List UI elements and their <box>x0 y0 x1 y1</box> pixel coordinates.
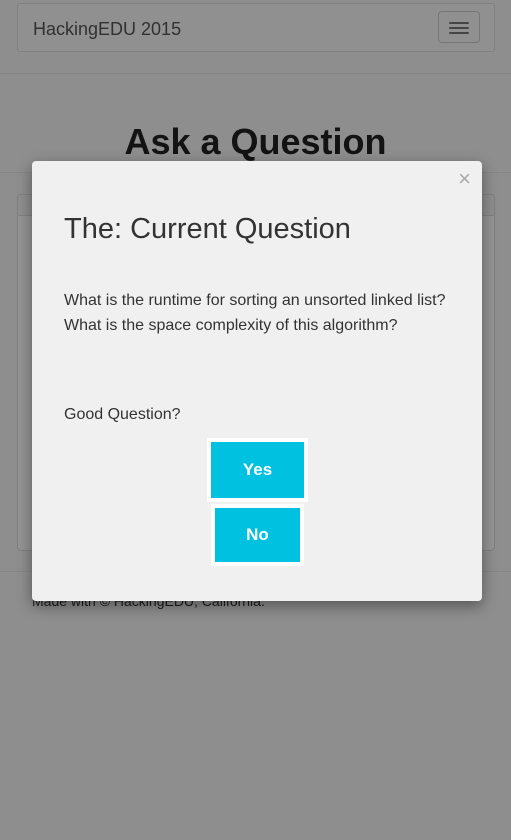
good-question-prompt: Good Question? <box>64 406 181 423</box>
no-button[interactable]: No <box>211 504 304 566</box>
question-text: What is the runtime for sorting an unsor… <box>64 292 446 334</box>
modal-title: The: Current Question <box>64 213 351 245</box>
question-modal: × The: Current Question What is the runt… <box>32 161 482 601</box>
yes-button[interactable]: Yes <box>207 438 308 502</box>
close-icon[interactable]: × <box>458 168 471 190</box>
